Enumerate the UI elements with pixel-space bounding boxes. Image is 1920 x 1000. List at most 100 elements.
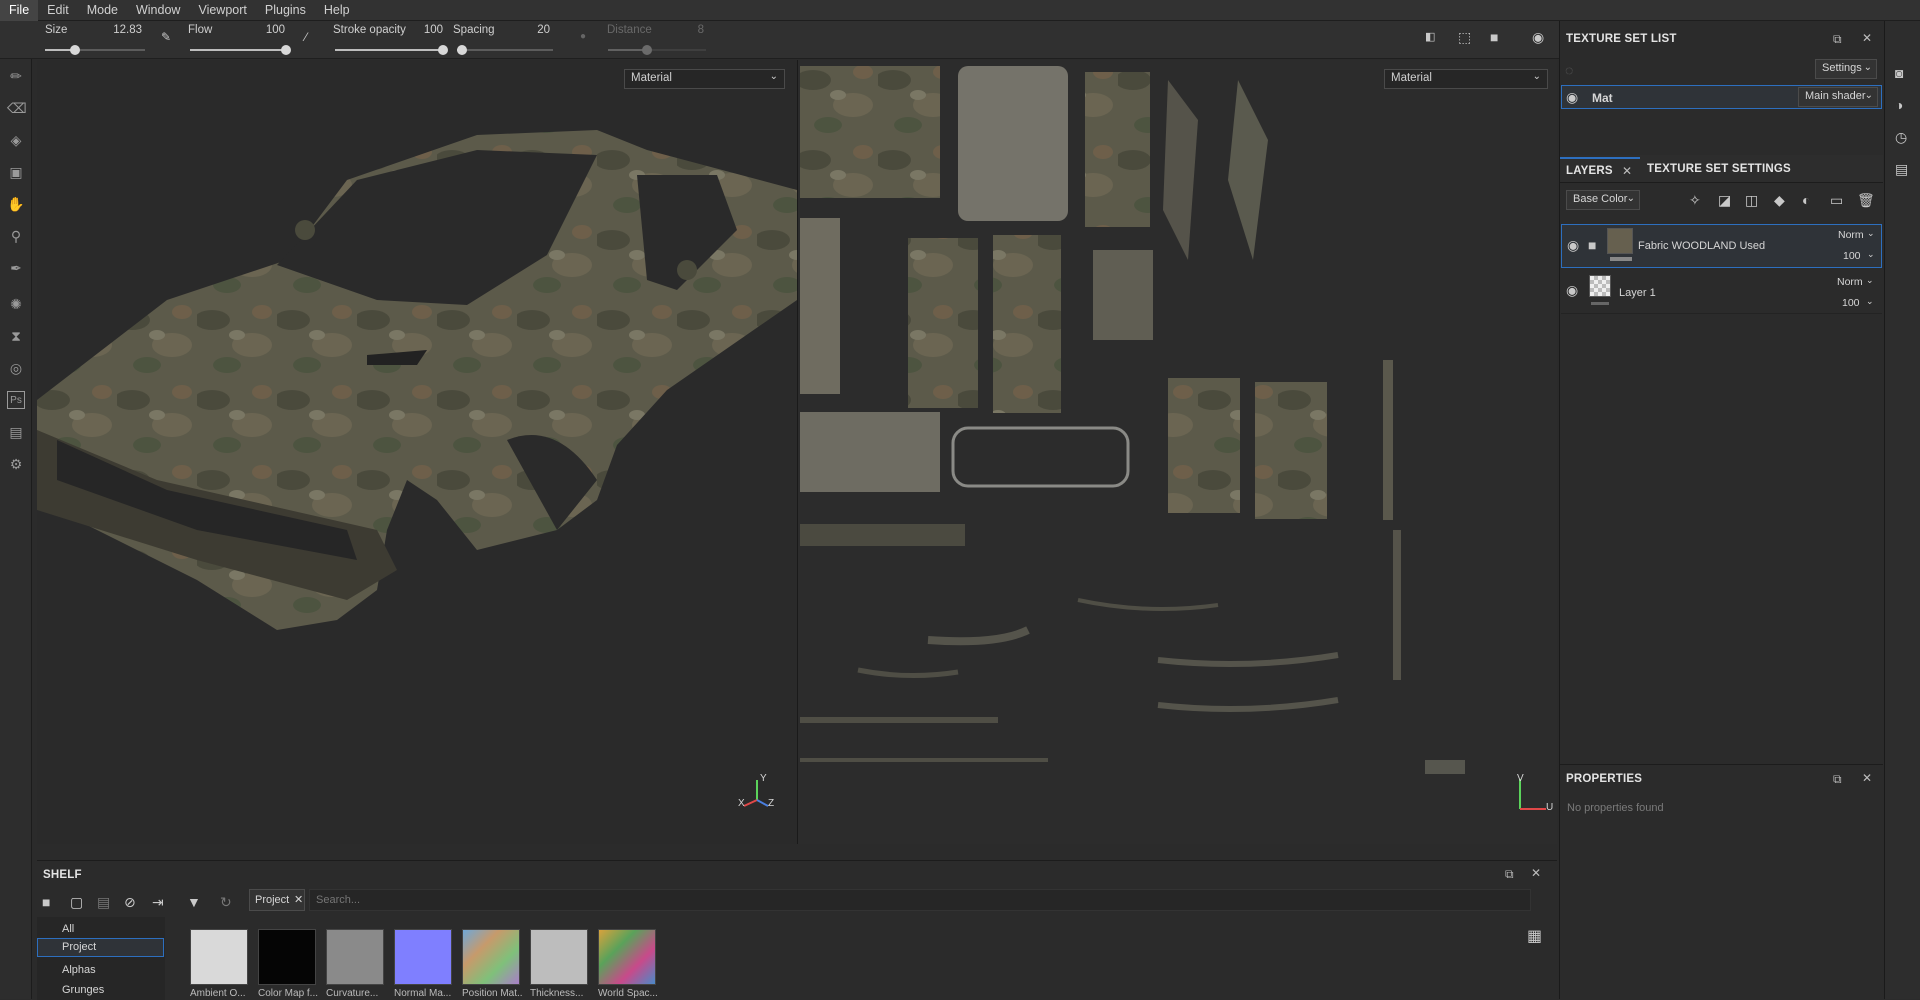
shelf-item-position-map[interactable] <box>462 929 520 985</box>
history-icon[interactable]: ◷ <box>1895 129 1907 145</box>
layer-row-layer-1[interactable]: ◉ Layer 1 Norm ⌄ 100 ⌄ <box>1561 270 1882 314</box>
pen-pressure-icon[interactable]: ✎ <box>161 29 171 45</box>
flow-value[interactable]: 100 <box>245 24 285 36</box>
undock-icon[interactable]: ⧉ <box>1833 772 1842 787</box>
eye-icon[interactable]: ◉ <box>1566 282 1578 298</box>
close-icon[interactable]: ✕ <box>1862 31 1872 45</box>
shader-select[interactable]: Main shader ⌄ <box>1798 87 1878 107</box>
category-grunges[interactable]: Grunges <box>62 984 104 996</box>
refresh-icon[interactable]: ↻ <box>220 894 232 910</box>
settings-gear-icon[interactable]: ⚙ <box>7 455 25 473</box>
category-project-selected[interactable]: Project <box>37 938 164 957</box>
category-all[interactable]: All <box>62 923 74 935</box>
color-picker-icon[interactable]: ✒ <box>7 259 25 277</box>
texture-set-settings-button[interactable]: Settings ⌄ <box>1815 59 1877 79</box>
eye-hidden-icon[interactable]: ◌ <box>1565 62 1573 78</box>
spacing-slider[interactable] <box>457 49 553 51</box>
flow-slider[interactable] <box>190 49 286 51</box>
layer-opacity[interactable]: 100 <box>1842 297 1860 309</box>
size-value[interactable]: 12.83 <box>100 24 142 36</box>
delete-layer-icon[interactable]: 🗑 <box>1857 192 1875 208</box>
grid-view-icon[interactable]: ▦ <box>1527 929 1542 945</box>
photoshop-icon[interactable]: Ps <box>7 391 25 409</box>
shelf-item-thickness[interactable] <box>530 929 588 985</box>
export-icon[interactable]: ⧗ <box>7 327 25 345</box>
clone-stamp-icon[interactable]: ⚲ <box>7 227 25 245</box>
close-icon[interactable]: ✕ <box>1531 866 1541 880</box>
bake-icon[interactable]: ✺ <box>7 295 25 313</box>
add-smart-material-icon[interactable]: ◪ <box>1718 192 1731 208</box>
size-slider-handle[interactable] <box>70 45 80 55</box>
eye-icon[interactable]: ◉ <box>1567 237 1579 253</box>
shelf-item-world-space[interactable] <box>598 929 656 985</box>
add-layer-icon[interactable]: ◫ <box>1745 192 1758 208</box>
close-icon[interactable]: ✕ <box>1622 164 1632 178</box>
close-icon[interactable]: ✕ <box>1862 771 1872 785</box>
screenshot-camera-icon[interactable]: ◉ <box>1532 29 1544 45</box>
layer-name[interactable]: Fabric WOODLAND Used <box>1638 240 1765 252</box>
smudge-icon[interactable]: ✋ <box>7 195 25 213</box>
eye-icon[interactable]: ◉ <box>1566 89 1578 105</box>
shelf-item-color-map[interactable] <box>258 929 316 985</box>
tab-texture-set-settings[interactable]: TEXTURE SET SETTINGS <box>1642 157 1792 183</box>
layer-blend-mode[interactable]: Norm <box>1837 276 1863 288</box>
layer-name[interactable]: Layer 1 <box>1619 287 1656 299</box>
filter-icon[interactable]: ▼ <box>187 894 201 910</box>
shelf-search-input[interactable] <box>309 889 1531 911</box>
viewport-2d-uv[interactable]: Material ⌄ V U <box>798 60 1557 844</box>
layer-opacity[interactable]: 100 <box>1843 250 1861 262</box>
lazy-mouse-icon[interactable]: ● <box>580 29 586 45</box>
menu-file[interactable]: File <box>0 0 39 21</box>
paint-brush-icon[interactable]: ✏ <box>7 67 25 85</box>
import-icon[interactable]: ⇥ <box>152 894 164 910</box>
distance-slider[interactable] <box>608 49 706 51</box>
log-icon[interactable]: ▤ <box>1895 161 1908 177</box>
texture-set-item[interactable]: ◉ Mat Main shader ⌄ <box>1561 85 1882 109</box>
menu-edit[interactable]: Edit <box>38 0 78 21</box>
stroke-opacity-slider-handle[interactable] <box>438 45 448 55</box>
cube-view-icon[interactable]: ⬚ <box>1458 29 1471 45</box>
filter-tag-project[interactable]: Project ✕ <box>249 889 305 911</box>
spacing-value[interactable]: 20 <box>510 24 550 36</box>
stroke-icon[interactable]: ⁄ <box>305 29 307 45</box>
layer-row-fabric-woodland[interactable]: ◉ ■ Fabric WOODLAND Used Norm ⌄ 100 ⌄ <box>1561 224 1882 268</box>
menu-help[interactable]: Help <box>315 0 359 21</box>
close-icon[interactable]: ✕ <box>294 893 303 906</box>
split-view-icon[interactable]: ◧ <box>1425 29 1435 45</box>
menu-viewport[interactable]: Viewport <box>189 0 255 21</box>
folder-icon[interactable]: ■ <box>42 894 50 910</box>
display-settings-icon[interactable]: ◙ <box>1895 65 1903 81</box>
spacing-slider-handle[interactable] <box>456 45 467 55</box>
undock-icon[interactable]: ⧉ <box>1505 867 1514 882</box>
viewport3d-display-select[interactable]: Material ⌄ <box>624 69 785 89</box>
add-effect-icon[interactable]: ✧ <box>1689 192 1701 208</box>
hide-icon[interactable]: ⊘ <box>124 894 136 910</box>
add-folder-icon[interactable]: ▭ <box>1830 192 1843 208</box>
camera-video-icon[interactable]: ■ <box>1490 29 1498 45</box>
eraser-icon[interactable]: ⌫ <box>7 99 27 117</box>
size-slider[interactable] <box>45 49 145 51</box>
shelf-item-normal-map[interactable] <box>394 929 452 985</box>
save-icon[interactable]: ▤ <box>97 894 110 910</box>
stroke-opacity-slider[interactable] <box>335 49 443 51</box>
shelf-item-ambient-occlusion[interactable] <box>190 929 248 985</box>
viewport-3d[interactable]: Material ⌄ Y X Z <box>37 60 797 844</box>
flow-slider-handle[interactable] <box>281 45 291 55</box>
distance-slider-handle[interactable] <box>642 45 653 55</box>
undock-icon[interactable]: ⧉ <box>1833 32 1842 47</box>
distance-value[interactable]: 8 <box>660 24 704 36</box>
layer-blend-mode[interactable]: Norm <box>1838 229 1864 241</box>
polygon-fill-icon[interactable]: ▣ <box>7 163 25 181</box>
shader-settings-icon[interactable]: ◑ <box>1895 97 1903 113</box>
channel-select[interactable]: Base Color ⌄ <box>1566 190 1640 210</box>
substance-icon[interactable]: ◎ <box>7 359 25 377</box>
menu-window[interactable]: Window <box>127 0 189 21</box>
stroke-opacity-value[interactable]: 100 <box>400 24 443 36</box>
add-fill-layer-icon[interactable]: ◆ <box>1774 192 1785 208</box>
render-icon[interactable]: ▤ <box>7 423 25 441</box>
projection-icon[interactable]: ◈ <box>7 131 25 149</box>
viewport2d-display-select[interactable]: Material ⌄ <box>1384 69 1548 89</box>
add-mask-icon[interactable]: ◐ <box>1802 192 1810 208</box>
menu-plugins[interactable]: Plugins <box>256 0 315 21</box>
shelf-item-curvature[interactable] <box>326 929 384 985</box>
